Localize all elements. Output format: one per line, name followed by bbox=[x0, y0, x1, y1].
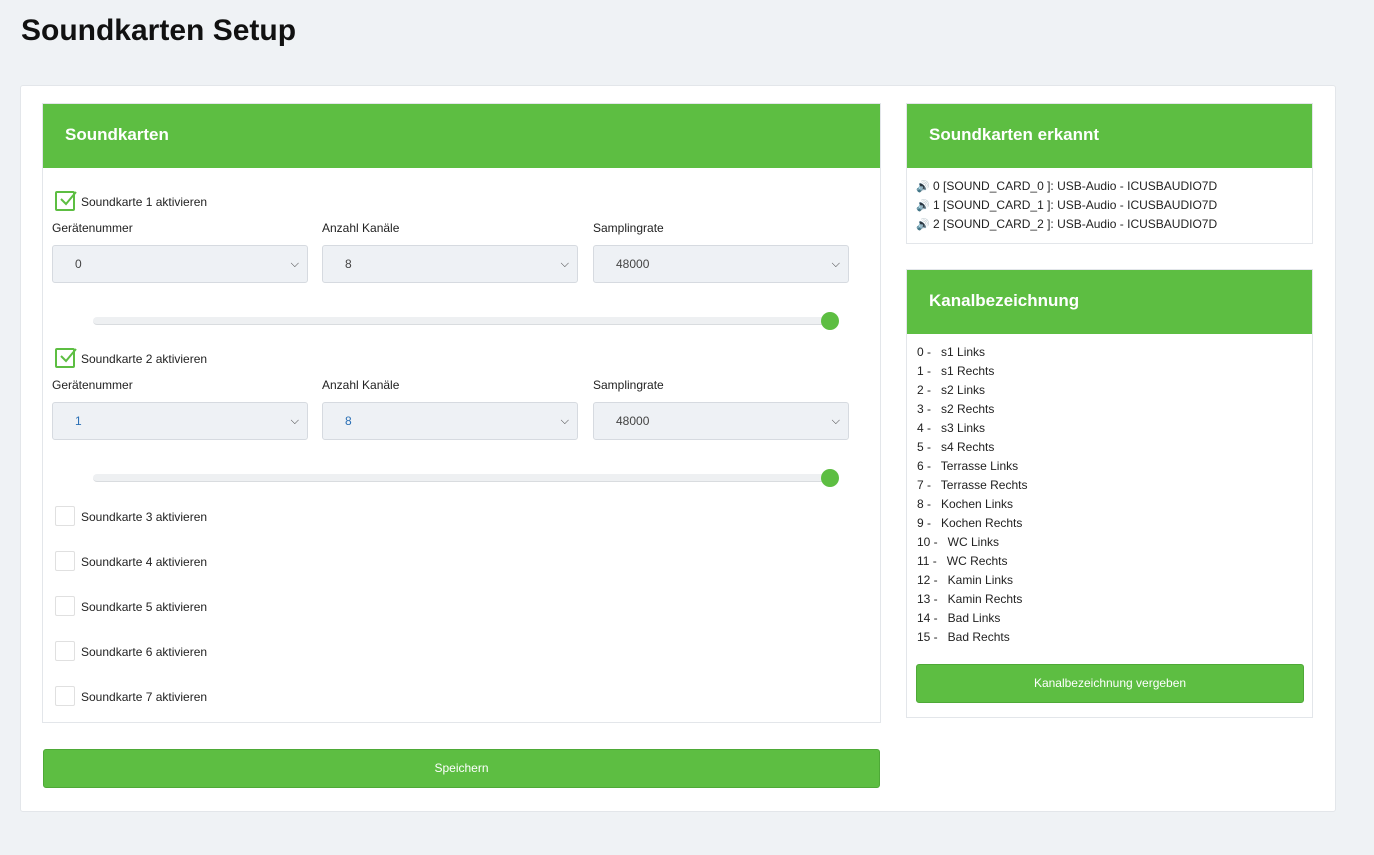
chevron-down-icon: ⌵ bbox=[831, 415, 840, 427]
channels-label: Anzahl Kanäle bbox=[322, 221, 400, 235]
card-4-label: Soundkarte 4 aktivieren bbox=[81, 555, 208, 569]
channel-item: 10 - WC Links bbox=[917, 535, 1000, 549]
detected-item: 🔊 0 [SOUND_CARD_0 ]: USB-Audio - ICUSBAU… bbox=[916, 179, 1217, 193]
card-7-checkbox[interactable] bbox=[55, 686, 75, 706]
slider-thumb[interactable] bbox=[821, 469, 839, 487]
chevron-down-icon: ⌵ bbox=[560, 258, 569, 270]
channel-item: 6 - Terrasse Links bbox=[917, 459, 1019, 473]
channel-item: 5 - s4 Rechts bbox=[917, 440, 995, 454]
channel-item: 13 - Kamin Rechts bbox=[917, 592, 1023, 606]
channel-item: 4 - s3 Links bbox=[917, 421, 986, 435]
soundcards-panel: Soundkarten Soundkarte 1 aktivieren Gerät… bbox=[42, 103, 881, 723]
chevron-down-icon: ⌵ bbox=[290, 415, 299, 427]
rate-value: 48000 bbox=[616, 414, 650, 428]
detected-item: 🔊 1 [SOUND_CARD_1 ]: USB-Audio - ICUSBAU… bbox=[916, 198, 1217, 212]
save-button[interactable]: Speichern bbox=[43, 749, 880, 788]
speaker-icon: 🔊 bbox=[916, 181, 930, 193]
channel-item: 1 - s1 Rechts bbox=[917, 364, 995, 378]
card-1-slider[interactable] bbox=[93, 312, 839, 330]
channel-item: 3 - s2 Rechts bbox=[917, 402, 995, 416]
card-3-checkbox[interactable] bbox=[55, 506, 75, 526]
detected-item: 🔊 2 [SOUND_CARD_2 ]: USB-Audio - ICUSBAU… bbox=[916, 217, 1217, 231]
assign-channel-names-button[interactable]: Kanalbezeichnung vergeben bbox=[916, 664, 1304, 703]
chevron-down-icon: ⌵ bbox=[290, 258, 299, 270]
channels-value: 8 bbox=[345, 414, 352, 428]
card-3-label: Soundkarte 3 aktivieren bbox=[81, 510, 208, 524]
rate-value: 48000 bbox=[616, 257, 650, 271]
detected-header: Soundkarten erkannt bbox=[907, 104, 1312, 168]
slider-thumb[interactable] bbox=[821, 312, 839, 330]
speaker-icon: 🔊 bbox=[916, 219, 930, 231]
rate-select[interactable]: 48000 ⌵ bbox=[593, 402, 849, 440]
channel-panel: Kanalbezeichnung 0 - s1 Links 1 - s1 Rech… bbox=[906, 269, 1313, 718]
device-value: 1 bbox=[75, 414, 82, 428]
card-5-checkbox[interactable] bbox=[55, 596, 75, 616]
channels-select[interactable]: 8 ⌵ bbox=[322, 245, 578, 283]
detected-panel: Soundkarten erkannt 🔊 0 [SOUND_CARD_0 ]:… bbox=[906, 103, 1313, 244]
soundcards-header: Soundkarten bbox=[43, 104, 880, 168]
detected-item-text: 1 [SOUND_CARD_1 ]: USB-Audio - ICUSBAUDI… bbox=[933, 198, 1218, 212]
channel-item: 15 - Bad Rechts bbox=[917, 630, 1010, 644]
channels-label: Anzahl Kanäle bbox=[322, 378, 400, 392]
card-2-label: Soundkarte 2 aktivieren bbox=[81, 352, 208, 366]
card-2-slider[interactable] bbox=[93, 469, 839, 487]
channel-item: 8 - Kochen Links bbox=[917, 497, 1014, 511]
channel-item: 14 - Bad Links bbox=[917, 611, 1001, 625]
detected-item-text: 2 [SOUND_CARD_2 ]: USB-Audio - ICUSBAUDI… bbox=[933, 217, 1218, 231]
chevron-down-icon: ⌵ bbox=[560, 415, 569, 427]
card-6-label: Soundkarte 6 aktivieren bbox=[81, 645, 208, 659]
channel-item: 2 - s2 Links bbox=[917, 383, 986, 397]
device-label: Gerätenummer bbox=[52, 221, 133, 235]
channel-item: 0 - s1 Links bbox=[917, 345, 986, 359]
channels-select[interactable]: 8 ⌵ bbox=[322, 402, 578, 440]
channel-header: Kanalbezeichnung bbox=[907, 270, 1312, 334]
chevron-down-icon: ⌵ bbox=[831, 258, 840, 270]
channel-item: 11 - WC Rechts bbox=[917, 554, 1008, 568]
channel-item: 7 - Terrasse Rechts bbox=[917, 478, 1028, 492]
channels-value: 8 bbox=[345, 257, 352, 271]
rate-label: Samplingrate bbox=[593, 378, 664, 392]
speaker-icon: 🔊 bbox=[916, 200, 930, 212]
card-1-label: Soundkarte 1 aktivieren bbox=[81, 195, 208, 209]
device-value: 0 bbox=[75, 257, 82, 271]
card-5-label: Soundkarte 5 aktivieren bbox=[81, 600, 208, 614]
detected-item-text: 0 [SOUND_CARD_0 ]: USB-Audio - ICUSBAUDI… bbox=[933, 179, 1218, 193]
device-select[interactable]: 0 ⌵ bbox=[52, 245, 308, 283]
channel-item: 12 - Kamin Links bbox=[917, 573, 1014, 587]
card-2-checkbox[interactable] bbox=[55, 348, 77, 368]
device-label: Gerätenummer bbox=[52, 378, 133, 392]
card-6-checkbox[interactable] bbox=[55, 641, 75, 661]
card-4-checkbox[interactable] bbox=[55, 551, 75, 571]
device-select[interactable]: 1 ⌵ bbox=[52, 402, 308, 440]
rate-select[interactable]: 48000 ⌵ bbox=[593, 245, 849, 283]
card-7-label: Soundkarte 7 aktivieren bbox=[81, 690, 208, 704]
card-1-checkbox[interactable] bbox=[55, 191, 77, 211]
channel-item: 9 - Kochen Rechts bbox=[917, 516, 1023, 530]
rate-label: Samplingrate bbox=[593, 221, 664, 235]
page-title: Soundkarten Setup bbox=[21, 14, 297, 47]
